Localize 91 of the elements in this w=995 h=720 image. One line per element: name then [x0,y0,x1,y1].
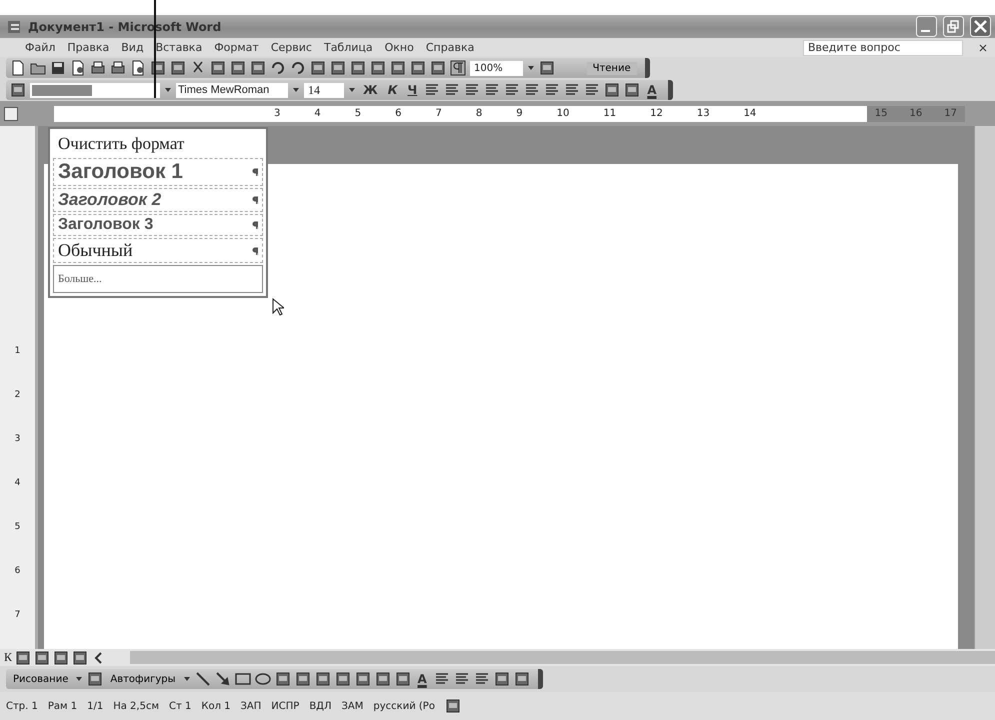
status-text: Ст 1 [169,700,192,712]
caret-icon[interactable] [292,86,300,94]
status-text: На 2,5см [113,700,159,712]
italic-button[interactable]: К [384,83,401,97]
menu-item[interactable]: Формат [209,41,264,54]
vertical-scrollbar[interactable] [974,126,995,649]
reading-button[interactable]: Чтение [586,62,637,74]
pilcrow-icon [252,196,258,204]
ruler-number: 6 [14,566,20,576]
horizontal-scrollbar[interactable] [130,651,995,664]
ruler-number: 7 [14,610,20,620]
autoshapes-menu[interactable]: Автофигуры [107,674,179,684]
redo-icon[interactable] [290,60,306,76]
pilcrow-icon [252,246,258,254]
font-color-button[interactable]: A [644,83,660,97]
pilcrow-icon [252,168,258,176]
status-text: русский (Ро [373,700,435,712]
mouse-pointer-icon [272,298,284,316]
menu-item[interactable]: Окно [380,41,419,54]
font-field[interactable]: Times MewRoman [176,82,288,98]
ruler-number: 10 [556,108,570,119]
pilcrow-icon [252,221,258,229]
underline-button[interactable]: Ч [404,83,420,97]
new-document-icon[interactable] [10,60,26,76]
caret-icon[interactable] [164,86,172,94]
ruler-number: 4 [14,478,20,488]
style-option[interactable]: Заголовок 2 [53,188,263,212]
status-text: ЗАП [240,700,262,712]
ruler-number: 17 [944,108,957,119]
style-option[interactable]: Заголовок 1 [53,158,263,186]
font-color-button[interactable]: A [414,672,430,686]
ruler-number: 15 [874,108,888,119]
status-text: ЗАМ [342,700,364,712]
bold-button[interactable]: Ж [360,83,381,97]
ruler-number: 12 [650,108,663,119]
menu-item[interactable]: Вставка [150,41,208,54]
ruler-number: 5 [14,522,20,532]
style-option[interactable]: Заголовок 3 [53,214,263,236]
caret-icon[interactable] [182,675,191,683]
status-text: ВДЛ [309,700,332,712]
ruler-number: 9 [516,108,523,119]
style-option[interactable]: Обычный [53,238,263,263]
status-text: Кол 1 [201,700,231,712]
arrow-icon[interactable] [214,671,231,687]
menu-item[interactable]: Вид [116,41,149,54]
ruler-number: 1 [14,346,20,356]
view-button[interactable]: К [4,650,12,665]
caret-icon[interactable] [526,64,535,72]
tab-selector[interactable] [4,106,18,120]
oval-icon[interactable] [254,671,271,687]
ruler-number: 3 [14,434,20,444]
ruler-number: 5 [354,108,362,119]
style-option[interactable]: Очистить формат [53,132,263,156]
font-size-field[interactable]: 14 [304,82,344,98]
menu-item[interactable]: Таблица [318,41,378,54]
style-field[interactable] [30,82,160,98]
word-document-icon [6,18,22,34]
menu-item[interactable]: Справка [420,41,480,54]
ruler-number: 14 [744,108,756,119]
status-text: Стр. 1 [6,700,38,712]
close-icon[interactable] [979,44,987,52]
help-search-field[interactable]: Введите вопрос [803,40,963,56]
status-text: 1/1 [87,700,104,712]
ruler-number: 4 [314,108,321,119]
line-icon[interactable] [194,671,211,687]
caret-icon[interactable] [348,86,356,94]
style-option[interactable]: Больше... [53,265,263,293]
pilcrow-icon[interactable] [450,60,466,76]
minimize-icon[interactable] [916,16,937,37]
ruler-number: 7 [436,108,442,119]
save-icon[interactable] [50,60,66,76]
ruler-number: 11 [603,108,616,119]
menu-item[interactable]: Сервис [266,41,317,54]
drawing-menu[interactable]: Рисование [10,674,72,684]
ruler-number: 13 [696,108,710,119]
ruler-number: 16 [910,108,922,119]
ruler-number: 6 [395,108,402,119]
restore-icon[interactable] [943,16,964,37]
print-icon[interactable] [110,60,126,76]
align-left-icon[interactable] [424,82,440,98]
menu-item[interactable]: Файл [20,41,60,54]
menu-item[interactable]: Правка [62,41,114,54]
undo-icon[interactable] [270,60,286,76]
ruler-number: 2 [14,390,20,400]
zoom-field[interactable]: 100% [470,60,523,76]
rectangle-icon[interactable] [234,671,251,687]
status-text: Рам 1 [48,700,78,712]
ruler-number: 3 [274,108,280,119]
ruler-number: 8 [476,108,482,119]
caret-icon[interactable] [75,675,84,683]
status-text: ИСПР [271,700,300,712]
